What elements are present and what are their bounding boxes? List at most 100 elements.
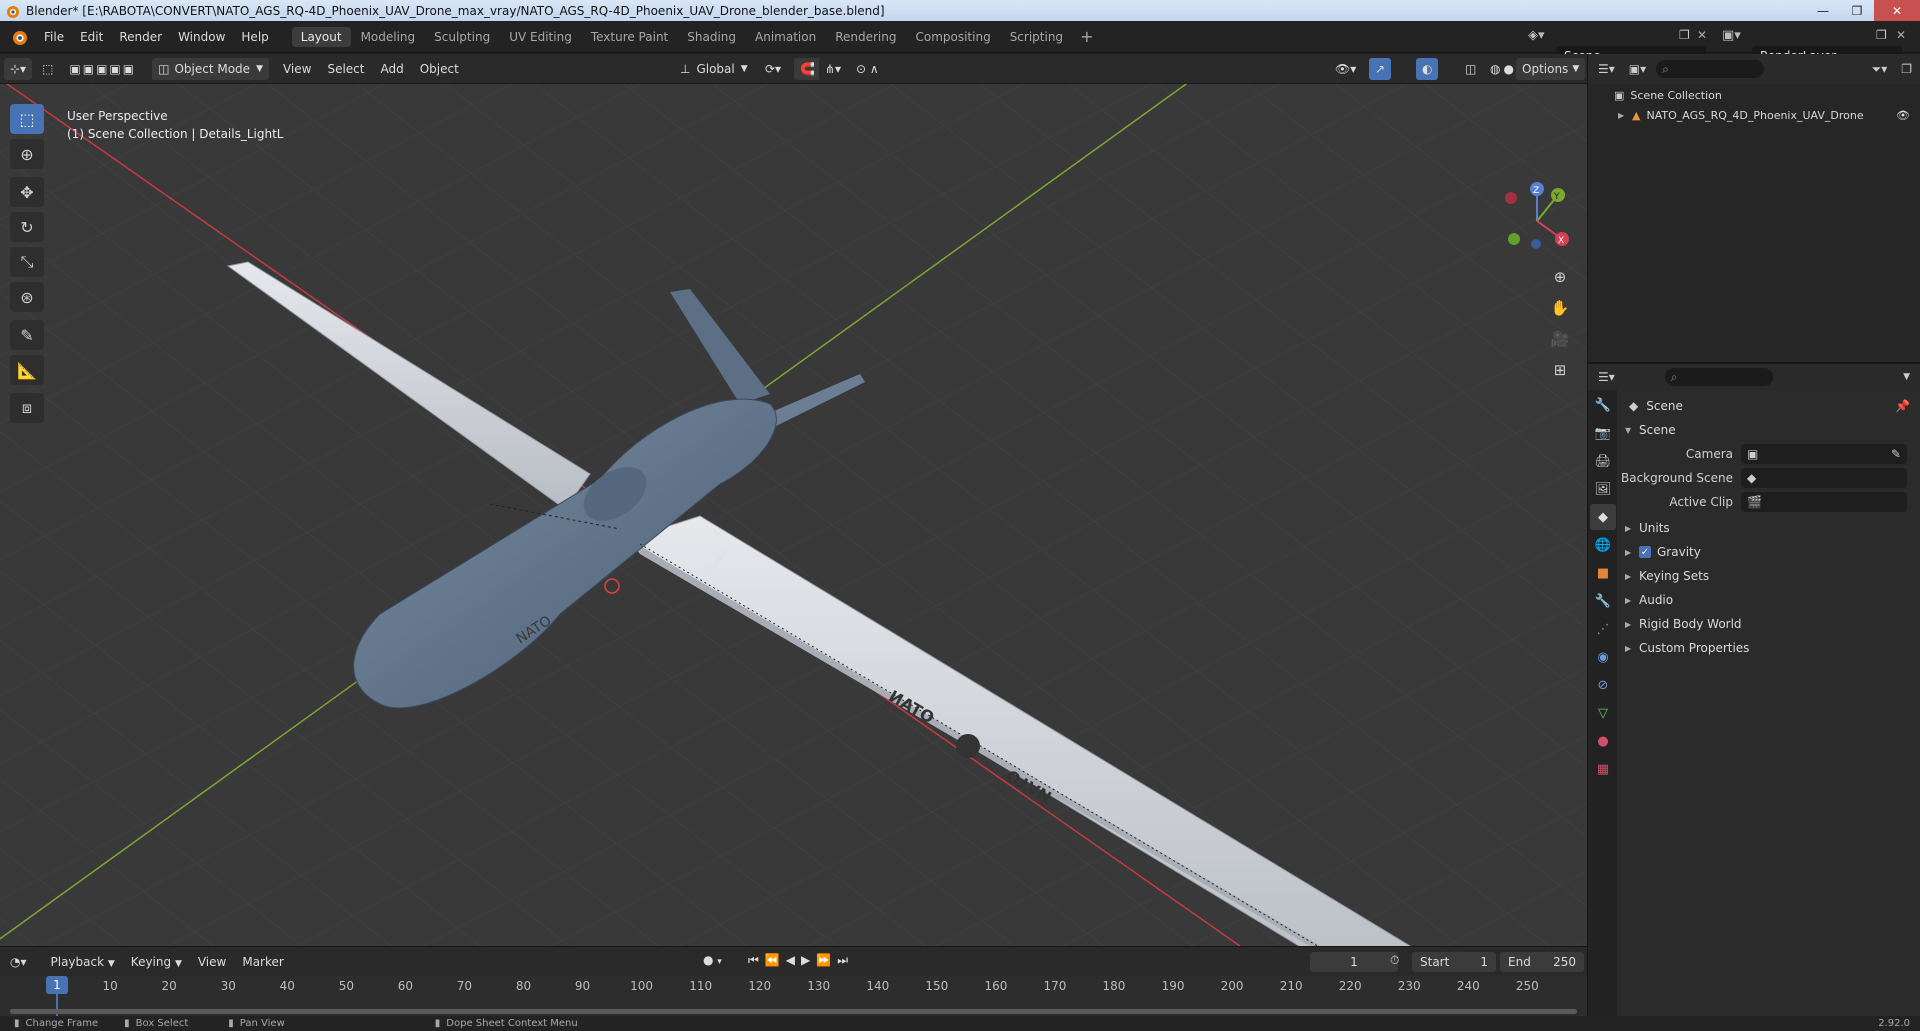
- scene-collection-row[interactable]: ▣ Scene Collection: [1588, 85, 1920, 105]
- editor-type-icon[interactable]: ⊹▾: [4, 57, 33, 80]
- cursor-tool[interactable]: ⊕: [10, 139, 44, 169]
- menu-file[interactable]: File: [36, 30, 72, 44]
- panel-gravity[interactable]: ▶ ✓ Gravity: [1617, 540, 1920, 564]
- background-scene-field[interactable]: ◆: [1741, 468, 1907, 488]
- selection-modes-icon[interactable]: ▣▣▣▣▣: [63, 57, 143, 80]
- transform-tool[interactable]: ⊛: [10, 282, 44, 312]
- tab-uv-editing[interactable]: UV Editing: [500, 27, 581, 47]
- tab-compositing[interactable]: Compositing: [906, 27, 999, 47]
- menu-edit[interactable]: Edit: [72, 30, 111, 44]
- filter-icon[interactable]: ⏷▾: [1872, 62, 1888, 77]
- tab-texture-paint[interactable]: Texture Paint: [582, 27, 677, 47]
- scale-tool[interactable]: ⤡: [10, 247, 44, 277]
- delete-scene-icon[interactable]: ✕: [1697, 28, 1707, 42]
- tab-layout[interactable]: Layout: [291, 26, 351, 47]
- menu-keying[interactable]: Keying ▼: [123, 955, 190, 969]
- render-layer-icon[interactable]: ▣▾: [1722, 28, 1741, 43]
- playhead[interactable]: 1: [46, 976, 68, 994]
- panel-keying-sets[interactable]: ▶ Keying Sets: [1617, 564, 1920, 588]
- output-tab-icon[interactable]: 🖨: [1590, 448, 1616, 474]
- modifier-tab-icon[interactable]: 🔧: [1590, 588, 1616, 614]
- material-tab-icon[interactable]: ●: [1590, 728, 1616, 754]
- menu-select[interactable]: Select: [319, 62, 372, 76]
- pan-hand-icon[interactable]: ✋: [1547, 295, 1573, 321]
- timeline-scrollbar[interactable]: [10, 1009, 1577, 1014]
- ortho-grid-icon[interactable]: ⊞: [1547, 357, 1573, 383]
- tab-animation[interactable]: Animation: [746, 27, 825, 47]
- snap-icon[interactable]: 🧲: [794, 58, 821, 80]
- minimize-button[interactable]: —: [1806, 0, 1840, 21]
- xray-icon[interactable]: ◫: [1459, 58, 1483, 80]
- tab-rendering[interactable]: Rendering: [826, 27, 905, 47]
- current-frame-field[interactable]: 1: [1310, 952, 1398, 972]
- object-tab-icon[interactable]: ■: [1590, 560, 1616, 586]
- panel-audio[interactable]: ▶ Audio: [1617, 588, 1920, 612]
- panel-custom-properties[interactable]: ▶ Custom Properties: [1617, 636, 1920, 660]
- next-keyframe-icon[interactable]: ⏩: [816, 953, 837, 967]
- render-tab-icon[interactable]: 📷: [1590, 420, 1616, 446]
- texture-tab-icon[interactable]: ▦: [1590, 756, 1616, 782]
- menu-view[interactable]: View: [275, 62, 319, 76]
- editor-type-icon[interactable]: ◔▾: [4, 950, 33, 973]
- play-reverse-icon[interactable]: ◀: [786, 953, 801, 967]
- constraints-tab-icon[interactable]: ⊘: [1590, 672, 1616, 698]
- add-cube-tool[interactable]: ⧈: [10, 393, 44, 423]
- editor-type-icon[interactable]: ☰▾: [1598, 62, 1615, 76]
- close-button[interactable]: ✕: [1874, 0, 1920, 21]
- physics-tab-icon[interactable]: ◉: [1590, 644, 1616, 670]
- menu-add[interactable]: Add: [373, 62, 412, 76]
- scene-tab-icon[interactable]: ◆: [1590, 504, 1616, 530]
- object-mode-dropdown[interactable]: ◫ Object Mode ▼: [152, 57, 269, 80]
- overlay-toggle-icon[interactable]: ◐: [1416, 58, 1439, 80]
- snap-target-icon[interactable]: ⋔▾: [819, 58, 848, 80]
- play-icon[interactable]: ▶: [801, 953, 816, 967]
- jump-end-icon[interactable]: ⏭: [837, 953, 854, 967]
- data-tab-icon[interactable]: ▽: [1590, 700, 1616, 726]
- tab-sculpting[interactable]: Sculpting: [425, 27, 499, 47]
- eye-icon[interactable]: 👁: [1896, 109, 1910, 122]
- camera-field[interactable]: ▣ ✎: [1741, 444, 1907, 464]
- end-frame-field[interactable]: End 250: [1500, 952, 1584, 972]
- menu-timeline-view[interactable]: View: [190, 955, 234, 969]
- proportional-edit-icon[interactable]: ⊙ ∧: [850, 58, 885, 80]
- new-scene-icon[interactable]: ❐: [1679, 28, 1690, 42]
- gravity-checkbox[interactable]: ✓: [1639, 546, 1651, 558]
- options-dropdown[interactable]: Options ▼: [1516, 58, 1586, 80]
- menu-marker[interactable]: Marker: [234, 955, 291, 969]
- maximize-button[interactable]: ❐: [1840, 0, 1874, 21]
- properties-search-input[interactable]: ⌕: [1664, 368, 1773, 386]
- stopwatch-icon[interactable]: ⏱: [1390, 953, 1399, 968]
- panel-rigid-body-world[interactable]: ▶ Rigid Body World: [1617, 612, 1920, 636]
- eyedropper-icon[interactable]: ✎: [1891, 447, 1901, 461]
- blender-menu-icon[interactable]: [8, 26, 30, 48]
- visibility-icon[interactable]: 👁▾: [1329, 58, 1363, 80]
- menu-window[interactable]: Window: [170, 30, 233, 44]
- panel-units[interactable]: ▶ Units: [1617, 516, 1920, 540]
- new-layer-icon[interactable]: ❐: [1876, 28, 1887, 42]
- world-tab-icon[interactable]: 🌐: [1590, 532, 1616, 558]
- menu-render[interactable]: Render: [111, 30, 170, 44]
- editor-type-icon[interactable]: ☰▾: [1598, 370, 1615, 384]
- pivot-icon[interactable]: ⟳▾: [759, 58, 788, 80]
- scene-browse-icon[interactable]: ◈▾: [1528, 28, 1545, 43]
- menu-help[interactable]: Help: [233, 30, 276, 44]
- view-layer-tab-icon[interactable]: 🖼: [1590, 476, 1616, 502]
- select-mode-icon[interactable]: ⬚: [36, 57, 60, 80]
- 3d-viewport[interactable]: NATO OTAN NATO Z Y X User Perspective (1…: [0, 84, 1587, 946]
- start-frame-field[interactable]: Start 1: [1412, 952, 1496, 972]
- chevron-down-icon[interactable]: ▼: [1903, 372, 1910, 382]
- select-box-tool[interactable]: ⬚: [10, 104, 44, 134]
- tab-shading[interactable]: Shading: [678, 27, 745, 47]
- move-tool[interactable]: ✥: [10, 177, 44, 207]
- display-mode-icon[interactable]: ▣▾: [1629, 62, 1646, 76]
- tab-scripting[interactable]: Scripting: [1001, 27, 1072, 47]
- expand-icon[interactable]: ▶: [1618, 111, 1632, 120]
- delete-layer-icon[interactable]: ✕: [1896, 28, 1906, 42]
- new-collection-icon[interactable]: ❐: [1901, 62, 1912, 76]
- panel-scene[interactable]: ▼ Scene: [1617, 418, 1920, 442]
- gizmo-toggle-icon[interactable]: ↗: [1369, 58, 1392, 80]
- active-clip-field[interactable]: 🎬: [1741, 492, 1907, 512]
- timeline[interactable]: 1 10 20 30 40 50 60 70 80 90 100 110 120 130 140 150 16…: [0, 976, 1587, 1016]
- pin-icon[interactable]: 📌: [1895, 399, 1910, 413]
- orientation-dropdown[interactable]: ⊥ Global ▼: [674, 58, 754, 80]
